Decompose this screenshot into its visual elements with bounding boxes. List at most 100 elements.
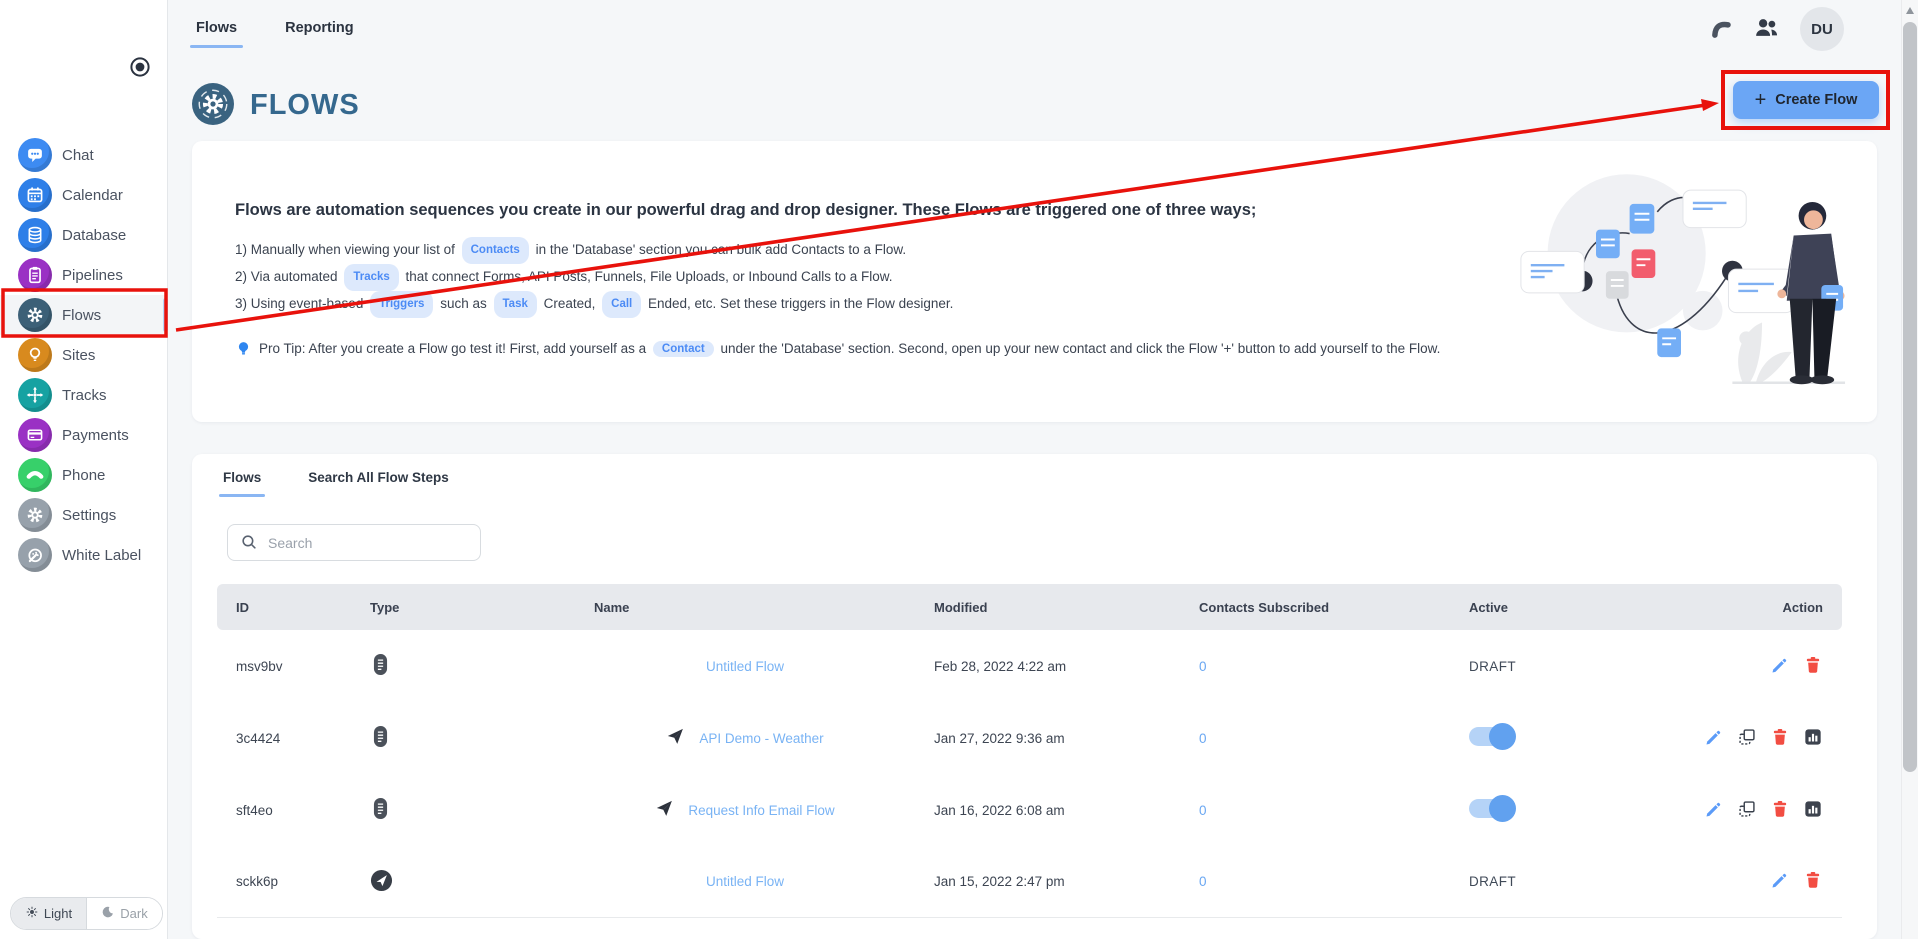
contacts-button[interactable] <box>1753 14 1780 44</box>
draft-label: DRAFT <box>1469 658 1516 674</box>
topbar-actions: DU <box>1706 7 1844 51</box>
flow-id: sckk6p <box>236 874 279 889</box>
annotation-arrow-head <box>1701 99 1719 111</box>
phone-button[interactable] <box>1706 14 1733 44</box>
dark-mode-label: Dark <box>120 906 148 921</box>
scrollbar-thumb[interactable] <box>1903 22 1917 772</box>
paint-brush-icon <box>18 538 52 572</box>
column-header-action: Action <box>1782 599 1823 615</box>
flow-id: sft4eo <box>236 802 273 818</box>
sidebar-item-sites[interactable]: Sites <box>0 335 167 375</box>
user-avatar[interactable]: DU <box>1800 7 1844 51</box>
tab-flows[interactable]: Flows <box>196 13 237 48</box>
pencil-icon <box>1704 727 1724 750</box>
edit-flow-button[interactable] <box>1704 727 1724 750</box>
delete-flow-button[interactable] <box>1770 799 1790 822</box>
sun-icon <box>25 905 39 922</box>
delete-flow-button[interactable] <box>1770 727 1790 750</box>
flow-modified: Jan 27, 2022 9:36 am <box>934 730 1065 746</box>
sidebar-item-label: Payments <box>62 426 129 444</box>
light-mode-label: Light <box>43 906 73 921</box>
sidebar-item-flows[interactable]: Flows <box>0 295 168 335</box>
flow-name-link[interactable]: Untitled Flow <box>706 874 784 889</box>
trash-icon <box>1770 799 1790 822</box>
flow-stats-button[interactable] <box>1803 727 1823 750</box>
sidebar-item-settings[interactable]: Settings <box>0 495 167 535</box>
column-header-active: Active <box>1469 599 1509 615</box>
gear-icon <box>18 498 52 532</box>
info-line: 3) Using event-based Triggers such as Ta… <box>235 291 1467 318</box>
flows-gear-icon <box>192 83 234 125</box>
sidebar-item-chat[interactable]: Chat <box>0 135 167 175</box>
sidebar-pin-toggle[interactable] <box>128 55 152 79</box>
sidebar-item-database[interactable]: Database <box>0 215 167 255</box>
draft-label: DRAFT <box>1469 874 1516 889</box>
light-mode-button[interactable]: Light <box>11 898 87 929</box>
duplicate-flow-button[interactable] <box>1737 727 1757 750</box>
sidebar-nav: Chat Calendar Database Pipelines Flows Sites T… <box>0 135 168 575</box>
sidebar-item-phone[interactable]: Phone <box>0 455 167 495</box>
flow-stats-button[interactable] <box>1803 799 1823 822</box>
sidebar-item-payments[interactable]: Payments <box>0 415 167 455</box>
contacts-count-link[interactable]: 0 <box>1180 874 1450 889</box>
sidebar-item-label: Settings <box>62 506 117 524</box>
sidebar-item-pipelines[interactable]: Pipelines <box>0 255 167 295</box>
trash-icon <box>1803 870 1823 893</box>
flow-name-link[interactable]: Untitled Flow <box>706 659 784 674</box>
bar-chart-icon <box>1803 727 1823 750</box>
dark-mode-button[interactable]: Dark <box>87 898 162 929</box>
inline-badge[interactable]: Task <box>493 291 537 318</box>
contacts-count-link[interactable]: 0 <box>1180 731 1450 746</box>
edit-flow-button[interactable] <box>1770 655 1790 678</box>
delete-flow-button[interactable] <box>1803 870 1823 893</box>
sidebar-item-label: White Label <box>62 546 142 564</box>
flow-name-link[interactable]: Request Info Email Flow <box>688 803 834 818</box>
info-heading: Flows are automation sequences you creat… <box>235 201 1257 219</box>
toggle-knob <box>1489 795 1516 822</box>
edit-flow-button[interactable] <box>1770 870 1790 893</box>
sidebar-item-label: Pipelines <box>62 266 123 284</box>
search-input[interactable] <box>227 524 481 561</box>
sidebar-item-label: Phone <box>62 466 106 484</box>
pencil-icon <box>1770 870 1790 893</box>
create-flow-button[interactable]: + Create Flow <box>1733 81 1879 119</box>
tab-reporting[interactable]: Reporting <box>285 13 353 48</box>
trash-icon <box>1770 727 1790 750</box>
plus-icon: + <box>1754 89 1767 111</box>
sidebar-item-label: Database <box>62 226 127 244</box>
active-toggle[interactable] <box>1469 723 1516 750</box>
column-header-contacts-subscribed: Contacts Subscribed <box>1199 599 1330 615</box>
delete-flow-button[interactable] <box>1803 655 1823 678</box>
sidebar-item-white-label[interactable]: White Label <box>0 535 167 575</box>
vertical-scrollbar[interactable] <box>1901 0 1918 939</box>
inline-badge[interactable]: Triggers <box>370 291 434 318</box>
contacts-count-link[interactable]: 0 <box>1180 659 1450 674</box>
column-header-name: Name <box>594 599 630 615</box>
sidebar-item-calendar[interactable]: Calendar <box>0 175 167 215</box>
active-toggle[interactable] <box>1469 795 1516 822</box>
edit-flow-button[interactable] <box>1704 799 1724 822</box>
table-header-row: ID Type Name Modified Contacts Subscribed Act… <box>217 584 1842 630</box>
chat-bubble-icon <box>18 138 52 172</box>
inline-badge[interactable]: Contact <box>652 341 714 357</box>
inline-badge[interactable]: Contacts <box>461 237 529 264</box>
flow-id: msv9bv <box>236 658 283 674</box>
duplicate-icon <box>1737 799 1757 822</box>
inline-badge[interactable]: Tracks <box>344 264 399 291</box>
flow-name-link[interactable]: API Demo - Weather <box>699 731 823 746</box>
sidebar-item-tracks[interactable]: Tracks <box>0 375 167 415</box>
tab-search-all-flow-steps[interactable]: Search All Flow Steps <box>308 470 449 497</box>
tab-flows-list[interactable]: Flows <box>223 470 261 497</box>
contacts-count-link[interactable]: 0 <box>1180 803 1450 818</box>
calendar-icon <box>18 178 52 212</box>
inline-badge[interactable]: Call <box>602 291 642 318</box>
theme-toggle: Light Dark <box>10 897 163 930</box>
scroll-up-arrow-icon[interactable] <box>1906 7 1914 14</box>
send-plane-icon <box>655 799 674 821</box>
page-title: FLOWS <box>250 89 360 121</box>
duplicate-flow-button[interactable] <box>1737 799 1757 822</box>
flow-modified: Feb 28, 2022 4:22 am <box>934 658 1067 674</box>
pencil-icon <box>1704 799 1724 822</box>
flow-modified: Jan 15, 2022 2:47 pm <box>934 874 1065 889</box>
radio-circle-icon <box>128 57 152 83</box>
